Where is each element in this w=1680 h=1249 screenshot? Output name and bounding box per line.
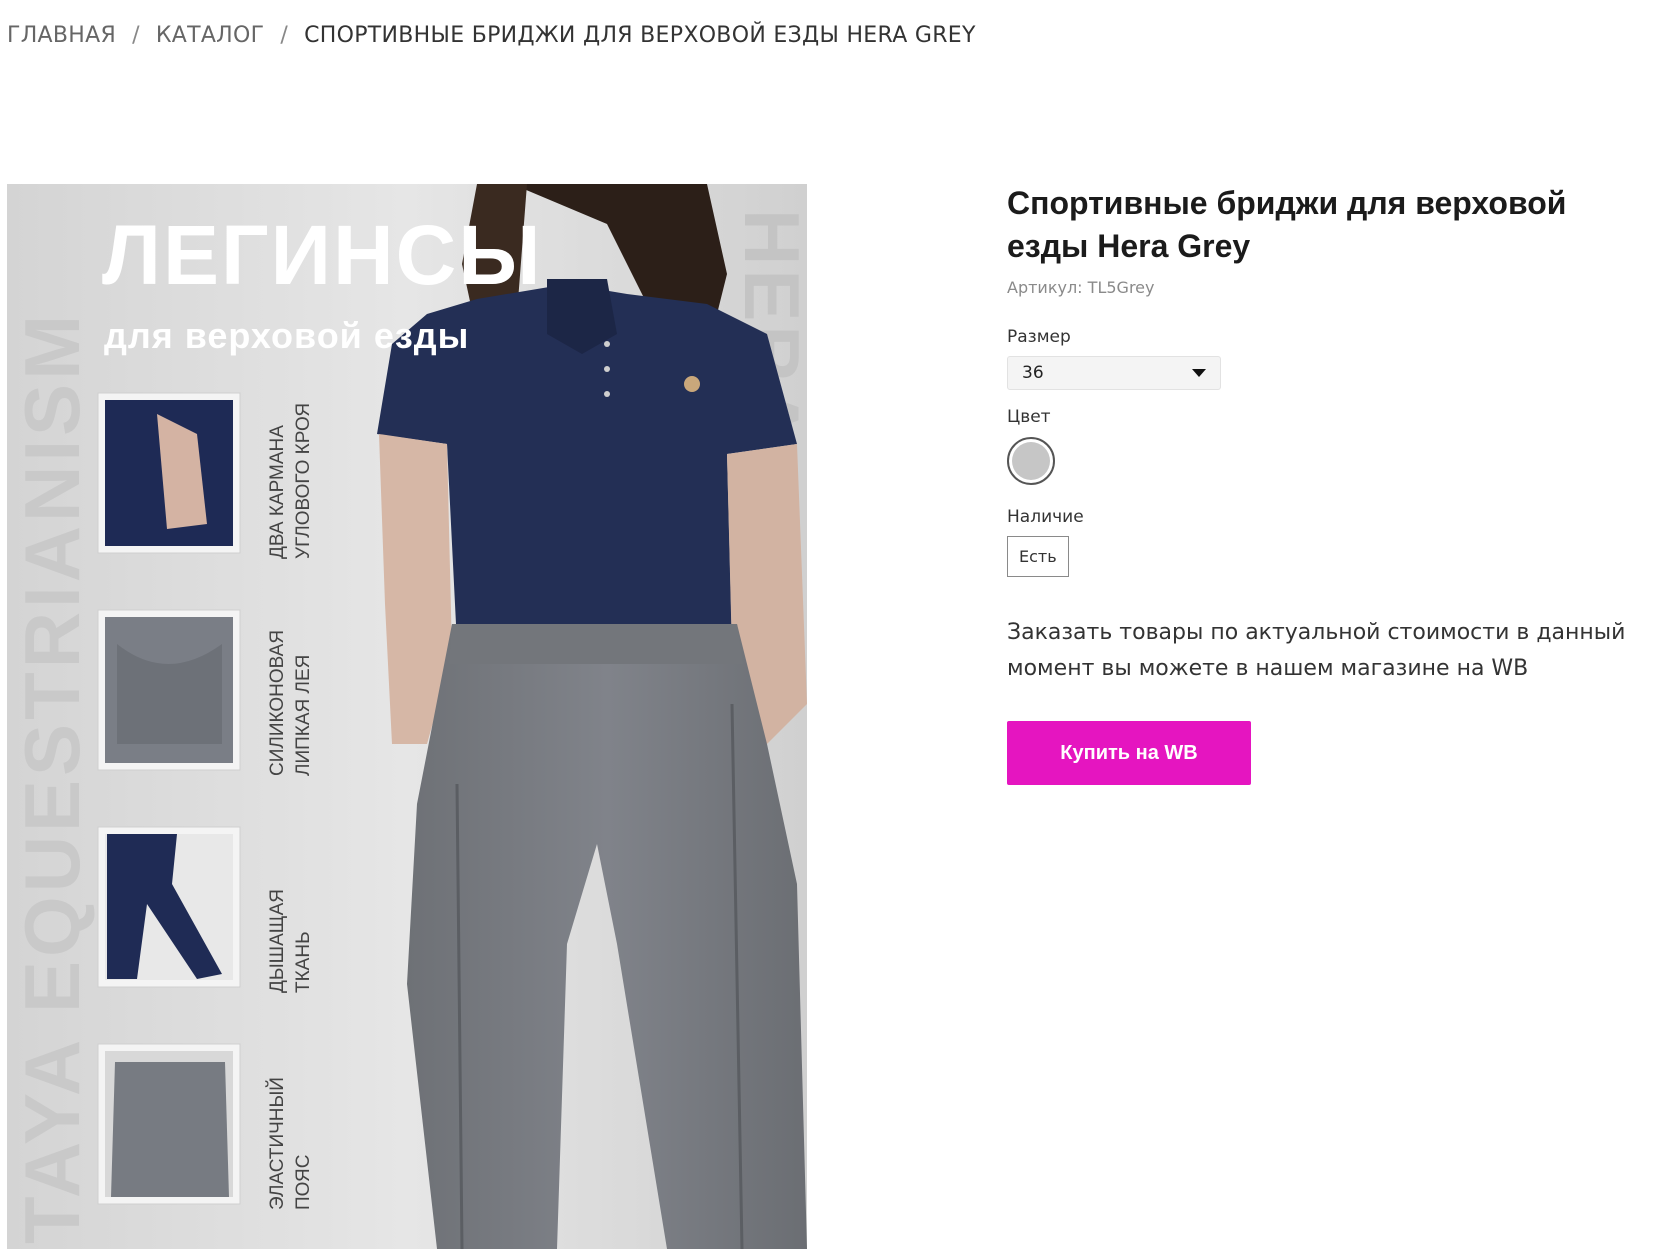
feature-thumb-silicone <box>97 609 241 771</box>
breadcrumb-home-link[interactable]: ГЛАВНАЯ <box>7 23 116 48</box>
sku-value: TL5Grey <box>1087 278 1155 297</box>
breadcrumb-current: СПОРТИВНЫЕ БРИДЖИ ДЛЯ ВЕРХОВОЙ ЕЗДЫ HERA… <box>304 22 976 48</box>
feature-caption-line1: ДВА КАРМАНА <box>267 425 288 559</box>
shirt-logo <box>684 376 700 392</box>
availability-badge: Есть <box>1007 536 1069 577</box>
shirt-button <box>604 366 610 372</box>
breadcrumb: ГЛАВНАЯ / КАТАЛОГ / СПОРТИВНЫЕ БРИДЖИ ДЛ… <box>7 20 976 50</box>
feature-thumb-fabric <box>97 826 241 988</box>
size-select-value: 36 <box>1022 363 1044 383</box>
product-sku: Артикул: TL5Grey <box>1007 278 1647 297</box>
feature-caption-line1: ЭЛАСТИЧНЫЙ <box>266 1077 288 1210</box>
shirt-button <box>604 341 610 347</box>
availability-label: Наличие <box>1007 507 1084 527</box>
color-swatch-fill <box>1012 442 1050 480</box>
color-swatch-grey[interactable] <box>1007 437 1055 485</box>
chevron-down-icon <box>1192 369 1206 377</box>
feature-caption-line2: УГЛОВОГО КРОЯ <box>293 403 314 559</box>
feature-caption-line2: ТКАНЬ <box>293 931 314 993</box>
size-label: Размер <box>1007 327 1071 347</box>
sku-label: Артикул: <box>1007 278 1083 297</box>
product-image[interactable]: TAYA EQUESTRIANISM HERA ДВА КАРМАНА УГЛО… <box>7 184 807 1249</box>
image-subheadline: для верховой езды <box>104 315 469 356</box>
breadcrumb-separator: / <box>132 22 140 48</box>
image-headline: ЛЕГИНСЫ <box>102 208 543 302</box>
side-text-left: TAYA EQUESTRIANISM <box>8 311 96 1244</box>
buy-on-wb-button[interactable]: Купить на WB <box>1007 721 1251 785</box>
order-note: Заказать товары по актуальной стоимости … <box>1007 620 1626 681</box>
feature-caption-line2: ПОЯС <box>293 1155 314 1210</box>
product-photo-illustration: TAYA EQUESTRIANISM HERA ДВА КАРМАНА УГЛО… <box>7 184 807 1249</box>
breadcrumb-catalog-link[interactable]: КАТАЛОГ <box>156 23 265 48</box>
color-label: Цвет <box>1007 407 1051 427</box>
product-info: Спортивные бриджи для верховой езды Hera… <box>1007 182 1647 785</box>
feature-thumb-pockets <box>97 392 241 554</box>
breadcrumb-separator: / <box>280 22 289 48</box>
feature-caption-line1: СИЛИКОНОВАЯ <box>267 630 288 776</box>
feature-caption-line1: ДЫШАЩАЯ <box>267 889 288 993</box>
size-select[interactable]: 36 <box>1007 356 1221 390</box>
product-title: Спортивные бриджи для верховой езды Hera… <box>1007 185 1567 264</box>
feature-caption-line2: ЛИПКАЯ ЛЕЯ <box>293 655 314 776</box>
leggings-waistband <box>449 624 743 664</box>
feature-thumb-waistband <box>97 1043 241 1205</box>
shirt-button <box>604 391 610 397</box>
